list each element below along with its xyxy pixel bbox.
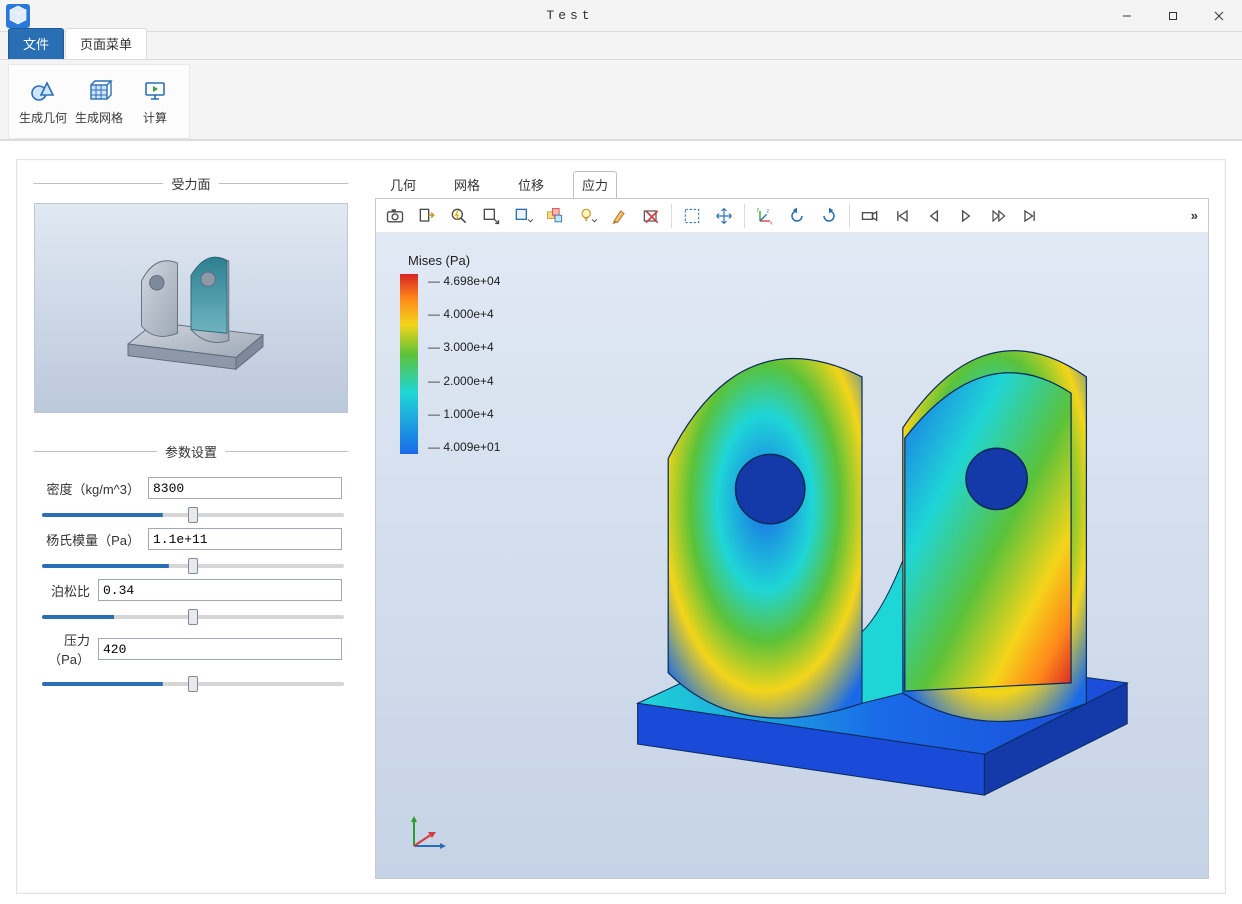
toolbar-more[interactable]: » bbox=[1185, 208, 1204, 223]
params-panel: 参数设置 密度（kg/m^3） 杨氏模量（Pa） bbox=[33, 442, 349, 708]
view-tab-geometry[interactable]: 几何 bbox=[381, 171, 425, 198]
select-rect-icon[interactable] bbox=[677, 202, 707, 230]
viewer-canvas[interactable]: Mises (Pa) 4.698e+04 4.000e+4 3.000e+4 2… bbox=[376, 233, 1208, 878]
pressure-label: 压力（Pa） bbox=[40, 630, 98, 668]
legend-tick: 4.000e+4 bbox=[428, 307, 500, 321]
viewer-tabs: 几何 网格 位移 应力 bbox=[375, 174, 1209, 198]
clear-x-icon[interactable] bbox=[636, 202, 666, 230]
legend-tick: 1.000e+4 bbox=[428, 407, 500, 421]
camera-icon[interactable] bbox=[855, 202, 885, 230]
fwd-icon[interactable] bbox=[983, 202, 1013, 230]
legend-bar bbox=[400, 274, 418, 454]
ribbon-gen-mesh[interactable]: 生成网格 bbox=[71, 69, 127, 134]
prev-icon[interactable] bbox=[919, 202, 949, 230]
poisson-label: 泊松比 bbox=[40, 581, 98, 600]
app-icon bbox=[6, 4, 30, 28]
rotate-cw-icon[interactable] bbox=[814, 202, 844, 230]
snapshot-icon[interactable] bbox=[380, 202, 410, 230]
menu-tabs: 文件 页面菜单 bbox=[0, 32, 1242, 60]
maximize-button[interactable] bbox=[1150, 0, 1196, 32]
viewer: y xz » Mises (Pa) bbox=[375, 198, 1209, 879]
zoom-box-icon[interactable] bbox=[476, 202, 506, 230]
preview-title: 受力面 bbox=[163, 174, 218, 193]
play-icon[interactable] bbox=[951, 202, 981, 230]
legend-tick: 2.000e+4 bbox=[428, 374, 500, 388]
legend-tick: 4.698e+04 bbox=[428, 274, 500, 288]
gen-geometry-icon bbox=[29, 77, 57, 105]
brush-icon[interactable] bbox=[604, 202, 634, 230]
orient-axes-icon[interactable]: y xz bbox=[750, 202, 780, 230]
window-title: Test bbox=[36, 8, 1104, 23]
viewer-toolbar: y xz » bbox=[376, 199, 1208, 233]
ribbon-gen-geometry[interactable]: 生成几何 bbox=[15, 69, 71, 134]
ribbon-gen-mesh-label: 生成网格 bbox=[75, 109, 123, 126]
export-icon[interactable] bbox=[412, 202, 442, 230]
svg-text:y: y bbox=[757, 207, 760, 213]
ribbon-gen-geometry-label: 生成几何 bbox=[19, 109, 67, 126]
legend-tick: 4.009e+01 bbox=[428, 440, 500, 454]
pressure-slider[interactable] bbox=[42, 682, 344, 686]
menu-tab-file[interactable]: 文件 bbox=[8, 28, 64, 59]
poisson-slider[interactable] bbox=[42, 615, 344, 619]
density-input[interactable] bbox=[148, 477, 342, 499]
box-dropdown-icon[interactable] bbox=[508, 202, 538, 230]
color-legend: Mises (Pa) 4.698e+04 4.000e+4 3.000e+4 2… bbox=[400, 253, 500, 454]
ribbon: 生成几何 生成网格 计算 bbox=[0, 60, 1242, 140]
preview-panel: 受力面 bbox=[33, 174, 349, 424]
zoom-lightning-icon[interactable] bbox=[444, 202, 474, 230]
view-tab-mesh[interactable]: 网格 bbox=[445, 171, 489, 198]
svg-text:x: x bbox=[770, 220, 773, 226]
params-title: 参数设置 bbox=[157, 442, 225, 461]
titlebar: Test bbox=[0, 0, 1242, 32]
minimize-button[interactable] bbox=[1104, 0, 1150, 32]
legend-tick: 3.000e+4 bbox=[428, 340, 500, 354]
preview-viewport[interactable] bbox=[34, 203, 348, 413]
ribbon-compute[interactable]: 计算 bbox=[127, 69, 183, 134]
density-slider[interactable] bbox=[42, 513, 344, 517]
compute-icon bbox=[141, 77, 169, 105]
youngs-label: 杨氏模量（Pa） bbox=[40, 530, 148, 549]
svg-text:z: z bbox=[767, 208, 770, 214]
legend-title: Mises (Pa) bbox=[408, 253, 500, 268]
origin-dropdown-icon[interactable] bbox=[540, 202, 570, 230]
view-tab-stress[interactable]: 应力 bbox=[573, 171, 617, 198]
orientation-axes-icon bbox=[400, 806, 452, 858]
gen-mesh-icon bbox=[85, 77, 113, 105]
pressure-input[interactable] bbox=[98, 638, 342, 660]
close-button[interactable] bbox=[1196, 0, 1242, 32]
youngs-slider[interactable] bbox=[42, 564, 344, 568]
view-tab-displacement[interactable]: 位移 bbox=[509, 171, 553, 198]
menu-tab-page[interactable]: 页面菜单 bbox=[65, 28, 147, 59]
youngs-input[interactable] bbox=[148, 528, 342, 550]
poisson-input[interactable] bbox=[98, 579, 342, 601]
lightbulb-dropdown-icon[interactable] bbox=[572, 202, 602, 230]
ribbon-compute-label: 计算 bbox=[143, 109, 167, 126]
first-icon[interactable] bbox=[887, 202, 917, 230]
model-render bbox=[556, 273, 1168, 848]
last-icon[interactable] bbox=[1015, 202, 1045, 230]
rotate-ccw-icon[interactable] bbox=[782, 202, 812, 230]
density-label: 密度（kg/m^3） bbox=[40, 479, 148, 498]
move-icon[interactable] bbox=[709, 202, 739, 230]
